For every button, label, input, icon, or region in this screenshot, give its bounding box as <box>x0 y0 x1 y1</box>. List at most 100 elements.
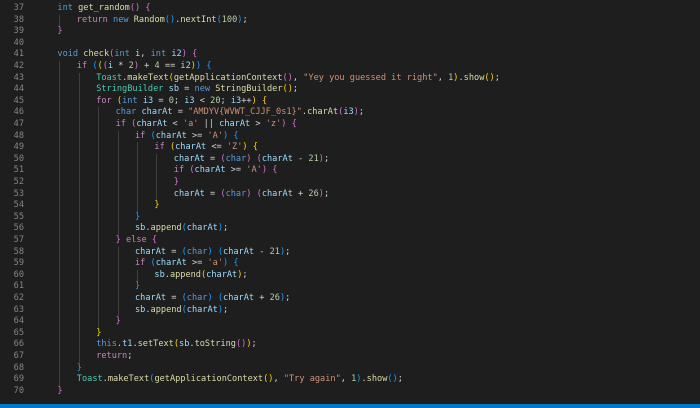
code-token: getApplicationContext <box>154 374 264 385</box>
line-number: 40 <box>13 37 24 48</box>
code-line[interactable]: 51 if (charAt >= 'A') { <box>0 165 700 177</box>
code-area[interactable]: 37 int get_random() {38 return new Random(… <box>0 0 700 404</box>
code-line[interactable]: 41 void check(int i, int i2) { <box>0 49 700 61</box>
indent-guide <box>98 119 100 131</box>
code-text: sb.append(charAt); <box>154 270 247 282</box>
code-token: = <box>204 153 221 164</box>
code-line[interactable]: 46 char charAt = "AMDYV{WVWT_CJJF_0s1}".c… <box>0 107 700 119</box>
code-line[interactable]: 43 Toast.makeText(getApplicationContext()… <box>0 72 700 85</box>
code-token: charAt <box>223 246 255 257</box>
code-token: = <box>166 246 182 257</box>
code-line[interactable]: 63 sb.append(charAt); <box>0 304 700 317</box>
code-token: 'a' <box>207 258 224 269</box>
indent-guide <box>78 304 80 317</box>
code-line[interactable]: 37 int get_random() { <box>0 3 700 15</box>
code-line[interactable]: 49 if (charAt <= 'Z') { <box>0 142 700 154</box>
code-token: 'z' <box>265 119 282 129</box>
code-token: >= <box>186 130 208 141</box>
indent-guide <box>156 188 158 201</box>
code-line[interactable]: 45 for (int i3 = 0; i3 < 20; i3++) { <box>0 95 700 108</box>
indent-guide <box>137 165 138 177</box>
code-line[interactable]: 70} <box>0 386 700 398</box>
indent-guide <box>59 84 61 96</box>
code-text: char charAt = "AMDYV{WVWT_CJJF_0s1}".cha… <box>116 107 364 119</box>
code-token: makeText <box>107 374 150 385</box>
code-line[interactable]: 48 if (charAt >= 'A') { <box>0 130 700 143</box>
indent-guide <box>98 293 100 305</box>
indent-guide <box>98 235 100 247</box>
code-line[interactable]: 47 if (charAt < 'a' || charAt > 'z') { <box>0 119 700 131</box>
code-text: } <box>57 26 62 38</box>
indent-guide <box>117 293 119 305</box>
code-line[interactable]: 66 this.t1.setText(sb.toString()); <box>0 339 700 351</box>
code-line[interactable]: 62 charAt = (char) (charAt + 26); <box>0 293 700 305</box>
code-text: return new Random().nextInt(100); <box>77 15 248 27</box>
code-line[interactable]: 57} else { <box>0 235 700 247</box>
indent-guide <box>78 269 80 282</box>
indent-guide <box>117 223 119 235</box>
code-token: { <box>233 258 239 269</box>
indent-guide <box>78 130 80 143</box>
code-token: if <box>135 130 146 141</box>
line-number: 67 <box>13 351 24 361</box>
indent-guide <box>117 281 119 293</box>
code-token: ; <box>242 14 248 25</box>
code-token: if <box>76 61 88 71</box>
code-token: - <box>292 153 309 164</box>
code-token: { <box>151 235 158 245</box>
indent-guide <box>59 362 61 375</box>
indent-guide <box>117 211 119 224</box>
code-line[interactable]: 55} <box>0 211 700 224</box>
indent-guide <box>156 177 158 189</box>
code-token: + <box>292 188 309 199</box>
indent-guide <box>98 258 100 270</box>
code-token: t1 <box>122 339 133 350</box>
code-line[interactable]: 59 if (charAt >= 'a') { <box>0 258 700 270</box>
code-line[interactable]: 67 return; <box>0 351 700 363</box>
code-line[interactable]: 58 charAt = (char) (charAt - 21); <box>0 246 700 259</box>
code-token: { <box>252 142 258 153</box>
indent-guide <box>59 107 61 119</box>
code-token: ; <box>173 95 185 106</box>
code-token: Toast <box>76 374 103 385</box>
code-token: () <box>282 72 293 83</box>
code-line[interactable]: 64} <box>0 316 700 328</box>
code-token: || <box>198 119 220 129</box>
indent-guide <box>98 142 100 154</box>
code-token: int <box>114 49 130 60</box>
line-number: 61 <box>13 281 24 292</box>
code-token: () <box>129 3 141 13</box>
code-line[interactable]: 44 StringBuilder sb = new StringBuilder()… <box>0 84 700 96</box>
indent-guide <box>59 281 61 293</box>
code-line[interactable]: 40 <box>0 38 700 50</box>
line-number: 45 <box>13 95 24 106</box>
code-line[interactable]: 56 sb.append(charAt); <box>0 223 700 235</box>
indent-guide <box>78 84 80 96</box>
code-token: { <box>233 130 239 141</box>
code-token: + <box>254 293 270 303</box>
code-text: charAt = (char) (charAt - 21); <box>174 154 329 166</box>
code-line[interactable]: 52} <box>0 177 700 189</box>
code-token: == <box>159 61 181 71</box>
code-line[interactable]: 68} <box>0 362 700 375</box>
code-line[interactable]: 53 charAt = (char) (charAt + 26); <box>0 188 700 201</box>
code-line[interactable]: 50 charAt = (char) (charAt - 21); <box>0 153 700 166</box>
code-token: nextInt <box>180 14 217 25</box>
indent-guide <box>59 339 61 351</box>
code-line[interactable]: 42 if (((i * 2) + 4 == i2)) { <box>0 61 700 73</box>
code-token: , <box>437 72 449 83</box>
code-editor[interactable]: 37 int get_random() {38 return new Random(… <box>0 0 700 408</box>
indent-guide <box>78 316 80 328</box>
indent-guide <box>78 223 80 235</box>
code-line[interactable]: 61} <box>0 281 700 293</box>
code-token: charAt <box>223 293 255 303</box>
code-text: Toast.makeText(getApplicationContext(), … <box>96 73 500 85</box>
code-line[interactable]: 65} <box>0 327 700 340</box>
code-line[interactable]: 60 sb.append(charAt); <box>0 269 700 282</box>
code-line[interactable]: 38 return new Random().nextInt(100); <box>0 14 700 27</box>
code-text: if (charAt >= 'A') { <box>174 165 278 177</box>
code-line[interactable]: 39} <box>0 26 700 38</box>
code-line[interactable]: 54} <box>0 200 700 212</box>
code-line[interactable]: 69 Toast.makeText(getApplicationContext()… <box>0 374 700 386</box>
line-number: 57 <box>13 235 24 245</box>
